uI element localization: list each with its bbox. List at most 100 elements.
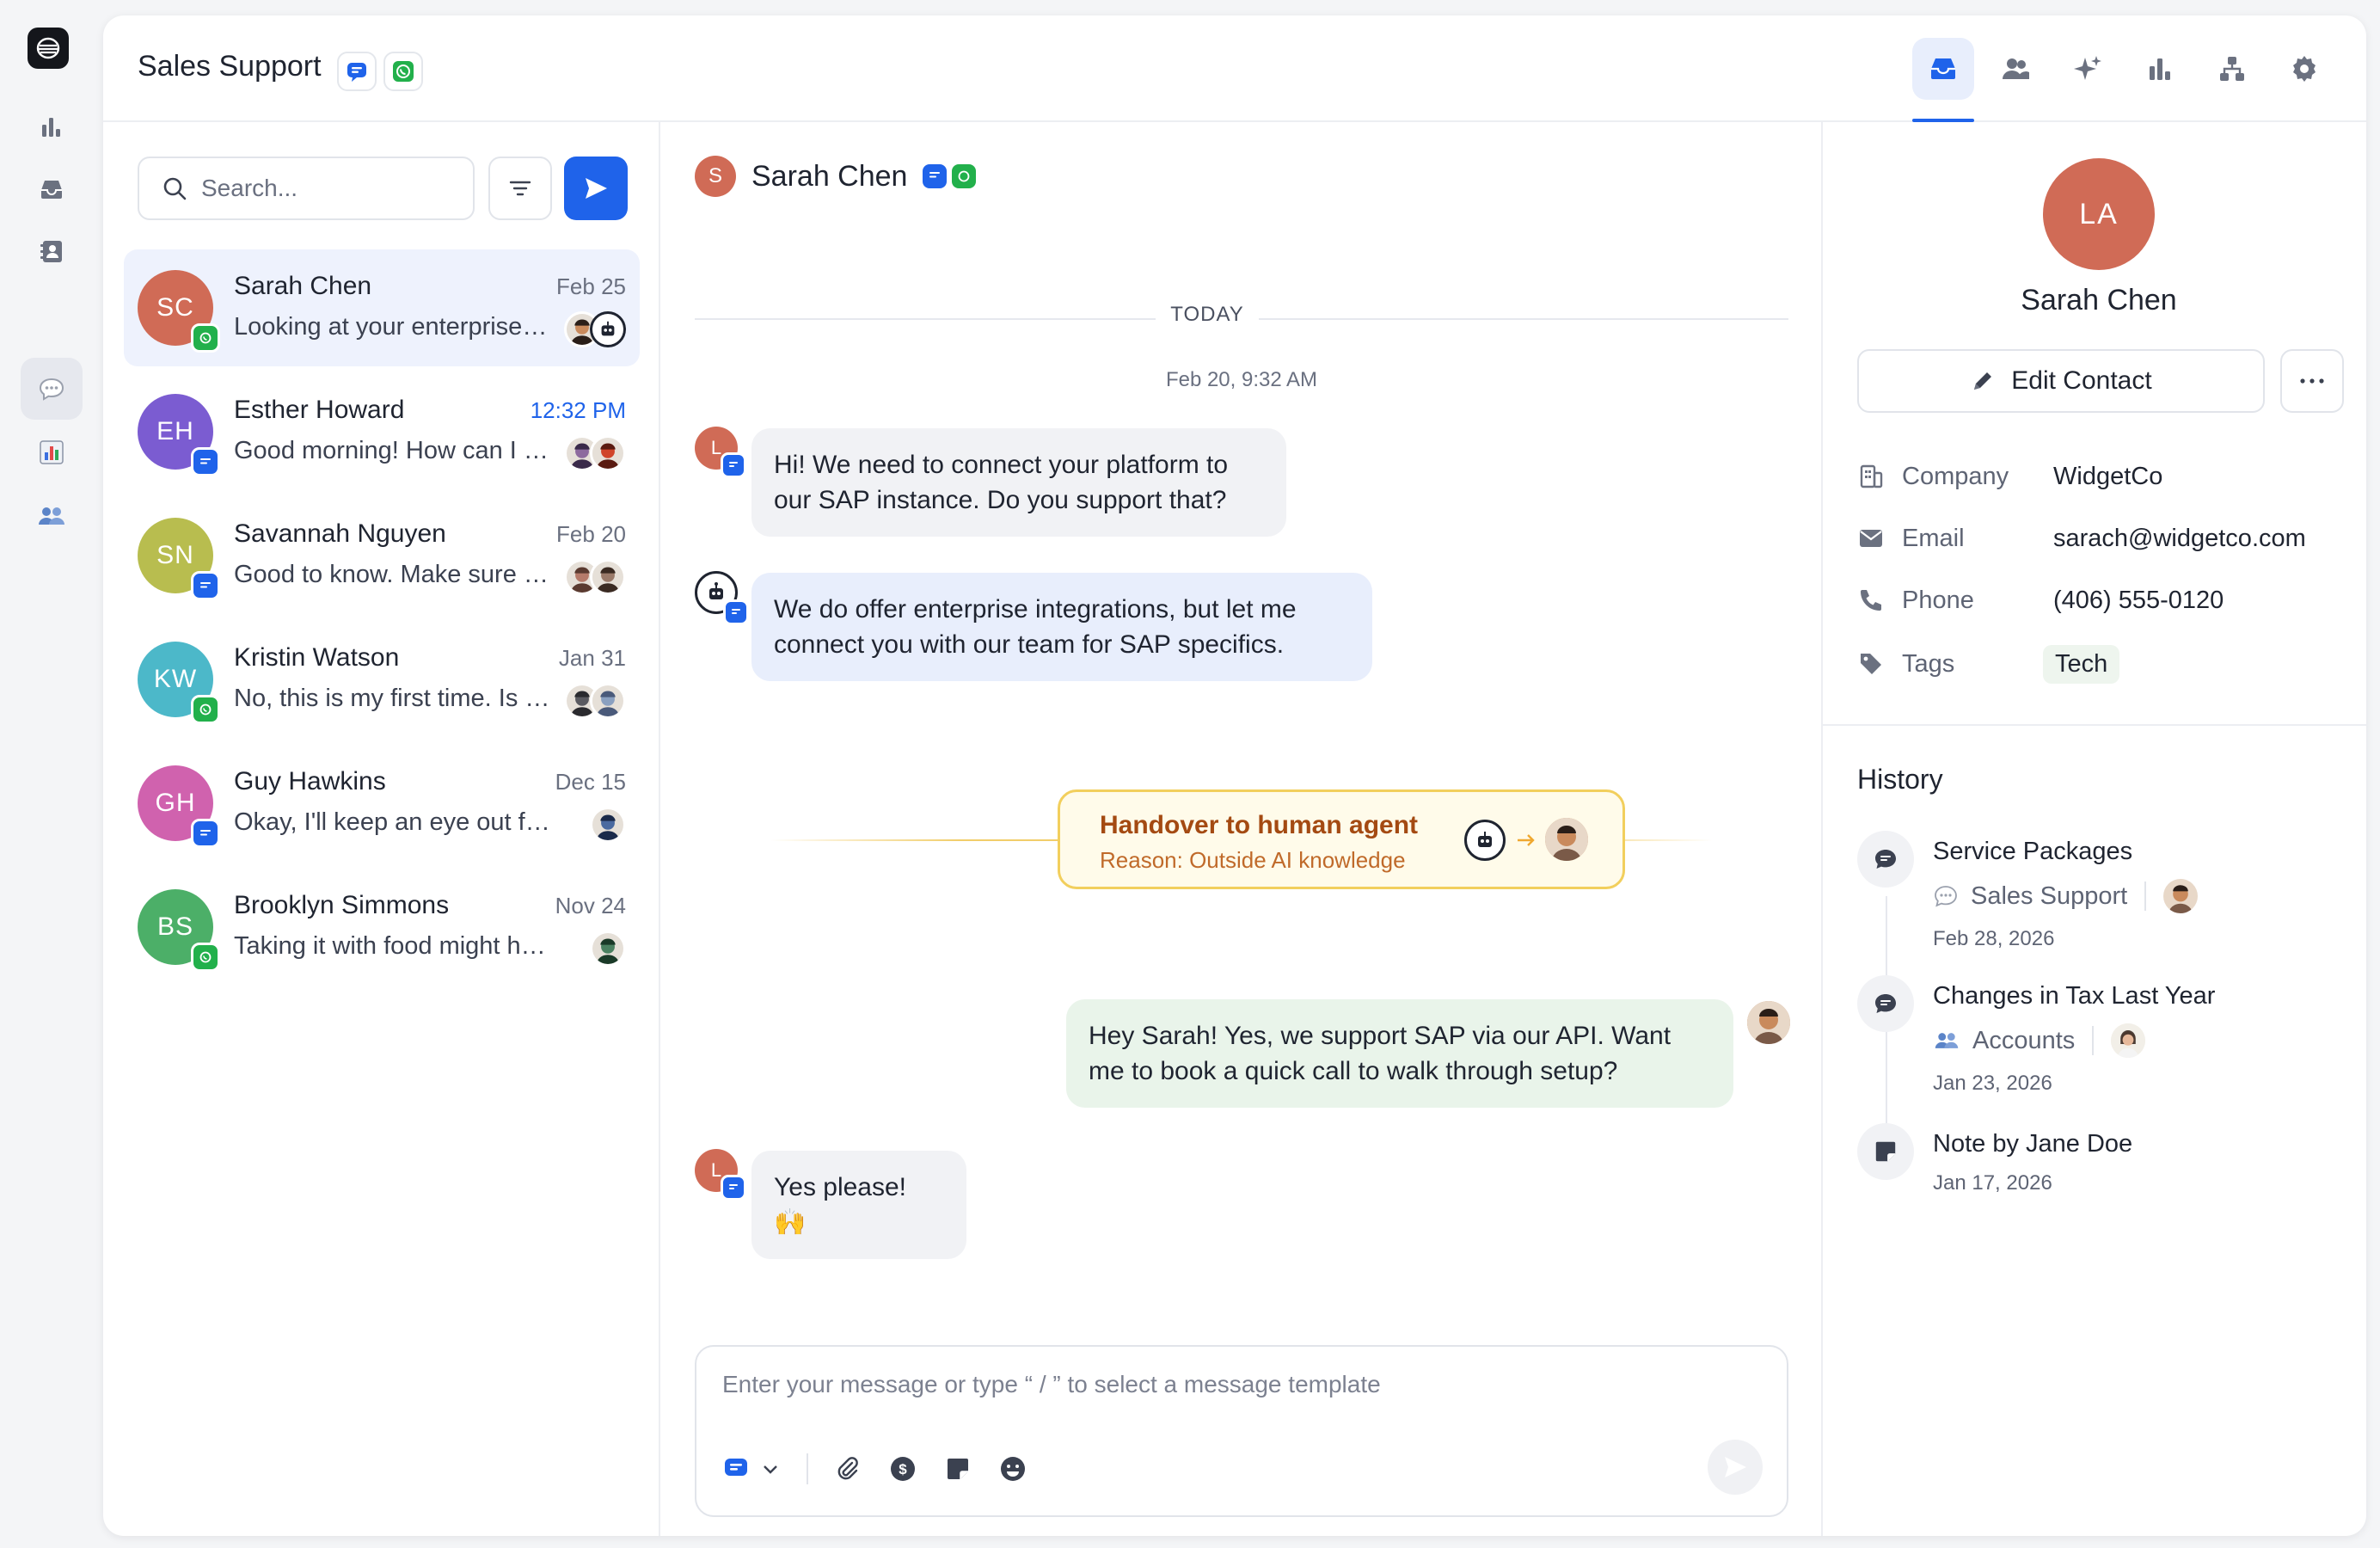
dollar-icon: $ [891,1457,915,1481]
search-placeholder: Search... [201,175,298,201]
rail-team-icon[interactable] [21,485,83,547]
conversation-preview: Taking it with food might help [234,932,552,960]
sms-icon [721,1175,746,1201]
more-options-button[interactable] [2280,349,2344,413]
channel-selector[interactable] [719,1452,753,1486]
conversation-item[interactable]: BS Brooklyn Simmons Nov 24 Taking it with f… [124,869,640,986]
whatsapp-icon [191,323,220,353]
new-conversation-button[interactable] [564,157,628,220]
send-message-button[interactable] [1708,1440,1763,1495]
app-logo[interactable] [28,28,69,69]
left-rail [0,0,103,1548]
conversation-icon [1935,886,1957,907]
participant-avatars [590,931,626,968]
tab-inbox[interactable] [1912,38,1974,100]
chevron-down-icon[interactable] [753,1452,788,1486]
email-value[interactable]: sarach@widgetco.com [2053,525,2306,553]
gear-icon [2293,56,2316,82]
whatsapp-icon [191,943,220,972]
agent-avatar [1747,1001,1790,1044]
message-bubble[interactable]: Hi! We need to connect your platform to … [751,428,1286,537]
send-icon [586,178,607,199]
participant-avatars [564,683,626,721]
bot-message-bubble[interactable]: We do offer enterprise integrations, but… [751,573,1372,681]
chat-bubble-icon [1857,975,1914,1032]
conversation-item[interactable]: SN Savannah Nguyen Feb 20 Good to know. Mak… [124,497,640,614]
rail-analytics-icon[interactable] [21,96,83,158]
tab-analytics[interactable] [2129,38,2191,100]
message-composer: $ [695,1345,1788,1517]
sparkle-icon [2074,56,2101,80]
conversation-item[interactable]: GH Guy Hawkins Dec 15 Okay, I'll keep an ey… [124,745,640,862]
history-title: History [1857,764,1943,795]
tag-chip[interactable]: Tech [2043,645,2120,684]
tab-settings[interactable] [2273,38,2335,100]
inbox-tray-icon [1931,58,1955,79]
conversation-preview: Looking at your enterprise plan features [234,313,552,341]
sms-icon [191,571,220,600]
sms-icon [191,819,220,848]
conversation-preview: Good to know. Make sure to follow up [234,561,552,588]
conversation-item[interactable]: SC Sarah Chen Feb 25 Looking at your enterp… [124,249,640,366]
conversation-name: Esther Howard [234,396,405,424]
conversation-date: Dec 15 [555,769,626,795]
rail-inbox-icon[interactable] [21,158,83,220]
conversation-item[interactable]: EH Esther Howard 12:32 PM Good morning! How… [124,373,640,490]
field-company: Company WidgetCo [1857,458,2356,495]
smiley-icon [1001,1457,1025,1481]
conversation-date: Jan 31 [558,645,626,671]
participant-avatars [564,435,626,473]
svg-text:$: $ [899,1461,907,1477]
app-window: Sales Support Search... SC Sarah Chen Fe… [103,15,2366,1536]
agent-message-bubble[interactable]: Hey Sarah! Yes, we support SAP via our A… [1066,999,1733,1108]
agent-avatar [1545,818,1588,861]
attachment-button[interactable] [831,1452,865,1486]
rail-reports-icon[interactable] [21,421,83,483]
payment-button[interactable]: $ [886,1452,920,1486]
paperclip-icon [837,1457,858,1480]
message-bubble[interactable]: Yes please! 🙌 [751,1151,966,1259]
agent-avatar [2111,1023,2146,1058]
conversation-item[interactable]: KW Kristin Watson Jan 31 No, this is my fir… [124,621,640,738]
edit-contact-button[interactable]: Edit Contact [1857,349,2265,413]
filter-button[interactable] [488,157,552,220]
conversation-list: Search... SC Sarah Chen Feb 25 Looking at y… [103,122,660,1536]
agent-avatar [2163,879,2199,913]
search-box[interactable]: Search... [138,157,475,220]
rail-conversations-icon[interactable] [21,358,83,420]
conversation-date: Feb 25 [556,273,626,299]
conversation-name: Savannah Nguyen [234,519,446,548]
day-label: TODAY [1156,303,1259,327]
tab-contacts[interactable] [1984,38,2046,100]
conversation-preview: Okay, I'll keep an eye out for it then [234,808,552,836]
field-phone: Phone (406) 555-0120 [1857,581,2356,619]
bar-chart-icon [2150,58,2170,80]
conversation-date: Nov 24 [555,893,626,918]
message-input[interactable] [722,1371,1754,1398]
company-value[interactable]: WidgetCo [2053,463,2162,491]
sms-channel-chip[interactable] [337,52,377,91]
building-icon [1860,464,1883,488]
mail-icon [1860,530,1882,547]
hierarchy-icon [2220,57,2244,81]
tab-workflows[interactable] [2201,38,2263,100]
message-timestamp: Feb 20, 9:32 AM [1165,368,1318,391]
top-bar: Sales Support [103,15,2366,122]
whatsapp-channel-chip[interactable] [383,52,423,91]
emoji-button[interactable] [996,1452,1030,1486]
ellipsis-icon [2300,378,2324,384]
conversation-name: Sarah Chen [234,272,372,300]
note-button[interactable] [941,1452,975,1486]
chat-header: S Sarah Chen [695,155,977,198]
robot-icon [590,311,626,347]
rail-contacts-icon[interactable] [21,220,83,282]
participant-avatar [590,559,626,595]
chat-contact-name[interactable]: Sarah Chen [751,160,907,194]
participant-avatar [590,807,626,843]
field-email: Email sarach@widgetco.com [1857,519,2356,557]
conversation-name: Kristin Watson [234,643,400,672]
tab-ai[interactable] [2057,38,2119,100]
arrow-right-icon [1518,834,1535,846]
conversation-date: Feb 20 [556,521,626,547]
phone-value[interactable]: (406) 555-0120 [2053,587,2224,615]
